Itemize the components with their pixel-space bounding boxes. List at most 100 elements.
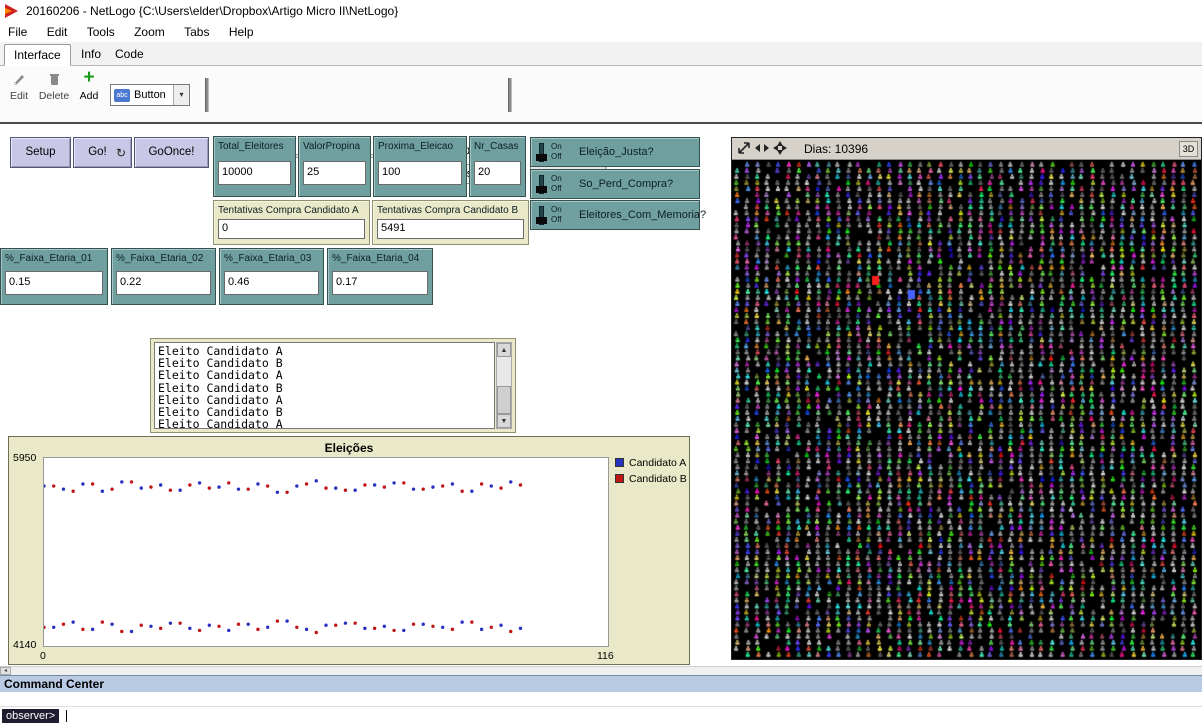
switch-handle[interactable] (536, 186, 547, 193)
delete-widget-button[interactable]: Delete (36, 72, 72, 102)
monitor-label: Total_Eleitores (214, 137, 295, 152)
world-horizontal-arrows-icon[interactable] (754, 141, 769, 156)
menu-tools[interactable]: Tools (79, 22, 123, 42)
monitor-value: 0.17 (332, 271, 428, 295)
output-scrollbar[interactable]: ▲ ▼ (496, 342, 512, 429)
world-view-header: Dias: 10396 3D (732, 138, 1201, 160)
plot-title: Eleições (9, 441, 689, 455)
x-axis-max-label: 116 (597, 650, 614, 662)
toolbar-divider (0, 122, 1202, 124)
world-agents-canvas (732, 160, 1201, 659)
edit-widget-button[interactable]: Edit (4, 72, 34, 102)
world-resize-icon[interactable] (736, 141, 751, 156)
go-once-button[interactable]: GoOnce! (134, 137, 209, 168)
switch-on-off-labels: On Off (551, 174, 562, 194)
legend-label-candidato-a: Candidato A (629, 457, 686, 469)
forever-icon: ↻ (116, 146, 126, 160)
switch-on-off-labels: On Off (551, 142, 562, 162)
menu-file[interactable]: File (0, 22, 35, 42)
scroll-left-icon[interactable]: ◂ (0, 667, 11, 675)
title-bar: 20160206 - NetLogo {C:\Users\elder\Dropb… (0, 0, 1202, 22)
go-button[interactable]: Go! ↻ (73, 137, 132, 168)
monitor-tentativas-compra-a: Tentativas Compra Candidato A 0 (213, 200, 370, 245)
toolbar-separator (205, 78, 209, 112)
monitor-label: %_Faixa_Etaria_02 (112, 249, 215, 264)
switch-handle[interactable] (536, 217, 547, 224)
world-four-way-arrows-icon[interactable] (772, 141, 787, 156)
menu-tabs[interactable]: Tabs (176, 22, 217, 42)
monitor-value: 0.46 (224, 271, 319, 295)
legend-swatch-candidato-b (615, 474, 624, 483)
widget-type-value: Button (134, 89, 166, 101)
netlogo-window: 20160206 - NetLogo {C:\Users\elder\Dropb… (0, 0, 1202, 724)
plus-icon: + (76, 67, 102, 90)
pencil-icon (4, 72, 34, 90)
scrollbar-thumb[interactable] (497, 386, 511, 414)
monitor-label: ValorPropina (299, 137, 370, 152)
monitor-proxima-eleicao: Proxima_Eleicao 100 (373, 136, 467, 197)
observer-prompt: observer> (2, 709, 59, 723)
setup-button[interactable]: Setup (10, 137, 71, 168)
monitor-faixa-etaria-03: %_Faixa_Etaria_03 0.46 (219, 248, 324, 305)
monitor-value: 10000 (218, 161, 291, 185)
widget-type-chooser[interactable]: abc Button ▾ (110, 84, 190, 106)
monitor-nr-casas: Nr_Casas 20 (469, 136, 526, 197)
monitor-total-eleitores: Total_Eleitores 10000 (213, 136, 296, 197)
legend-swatch-candidato-a (615, 458, 624, 467)
y-axis-max-label: 5950 (13, 452, 36, 464)
chevron-down-icon: ▾ (173, 85, 189, 105)
days-counter: Dias: 10396 (804, 142, 868, 156)
monitor-label: Nr_Casas (470, 137, 525, 152)
command-input[interactable]: observer> (0, 706, 1202, 724)
menu-help[interactable]: Help (221, 22, 262, 42)
abc-widget-icon: abc (114, 89, 130, 102)
netlogo-logo-icon (4, 3, 20, 19)
switch-label: Eleição_Justa? (579, 146, 654, 158)
plot-area (43, 457, 609, 647)
monitor-label: %_Faixa_Etaria_01 (1, 249, 107, 264)
command-center-output (0, 692, 1202, 706)
text-cursor (66, 710, 67, 722)
monitor-label: Tentativas Compra Candidato B (373, 201, 528, 216)
legend-label-candidato-b: Candidato B (629, 473, 687, 485)
scatter-points (44, 458, 608, 646)
add-widget-button[interactable]: + Add (76, 67, 102, 102)
window-title: 20160206 - NetLogo {C:\Users\elder\Dropb… (26, 4, 398, 18)
trash-icon (36, 72, 72, 90)
monitor-valor-propina: ValorPropina 25 (298, 136, 371, 197)
scroll-up-icon[interactable]: ▲ (497, 343, 511, 357)
menu-edit[interactable]: Edit (39, 22, 76, 42)
output-text: Eleito Candidato A Eleito Candidato B El… (154, 342, 495, 429)
monitor-label: Tentativas Compra Candidato A (214, 201, 369, 216)
monitor-value: 25 (303, 161, 366, 185)
switch-so-perd-compra[interactable]: On Off So_Perd_Compra? (530, 169, 700, 199)
monitor-tentativas-compra-b: Tentativas Compra Candidato B 5491 (372, 200, 529, 245)
monitor-label: %_Faixa_Etaria_04 (328, 249, 432, 264)
view-3d-button[interactable]: 3D (1179, 141, 1198, 157)
tab-interface[interactable]: Interface (4, 44, 71, 66)
output-widget: Eleito Candidato A Eleito Candidato B El… (150, 338, 516, 433)
tab-code[interactable]: Code (106, 44, 153, 66)
monitor-value: 5491 (377, 219, 524, 239)
switch-eleicao-justa[interactable]: On Off Eleição_Justa? (530, 137, 700, 167)
x-axis-min-label: 0 (40, 650, 46, 662)
tab-info[interactable]: Info (72, 44, 110, 66)
monitor-value: 20 (474, 161, 521, 185)
monitor-label: Proxima_Eleicao (374, 137, 466, 152)
switch-on-off-labels: On Off (551, 205, 562, 225)
monitor-value: 100 (378, 161, 462, 185)
command-center-header: Command Center (0, 675, 1202, 692)
menu-zoom[interactable]: Zoom (126, 22, 173, 42)
monitor-faixa-etaria-01: %_Faixa_Etaria_01 0.15 (0, 248, 108, 305)
output-line: Eleito Candidato A (158, 369, 491, 381)
output-line: Eleito Candidato A (158, 418, 491, 429)
switch-eleitores-com-memoria[interactable]: On Off Eleitores_Com_Memoria? (530, 200, 700, 230)
monitor-faixa-etaria-04: %_Faixa_Etaria_04 0.17 (327, 248, 433, 305)
monitor-value: 0 (218, 219, 365, 239)
output-line: Eleito Candidato B (158, 382, 491, 394)
switch-handle[interactable] (536, 154, 547, 161)
scroll-down-icon[interactable]: ▼ (497, 414, 511, 428)
monitor-label: %_Faixa_Etaria_03 (220, 249, 323, 264)
interface-toolbar: Edit Delete + Add abc Button ▾ faster ✓ … (0, 66, 1202, 122)
horizontal-scrollbar[interactable]: ◂ (0, 666, 1202, 675)
